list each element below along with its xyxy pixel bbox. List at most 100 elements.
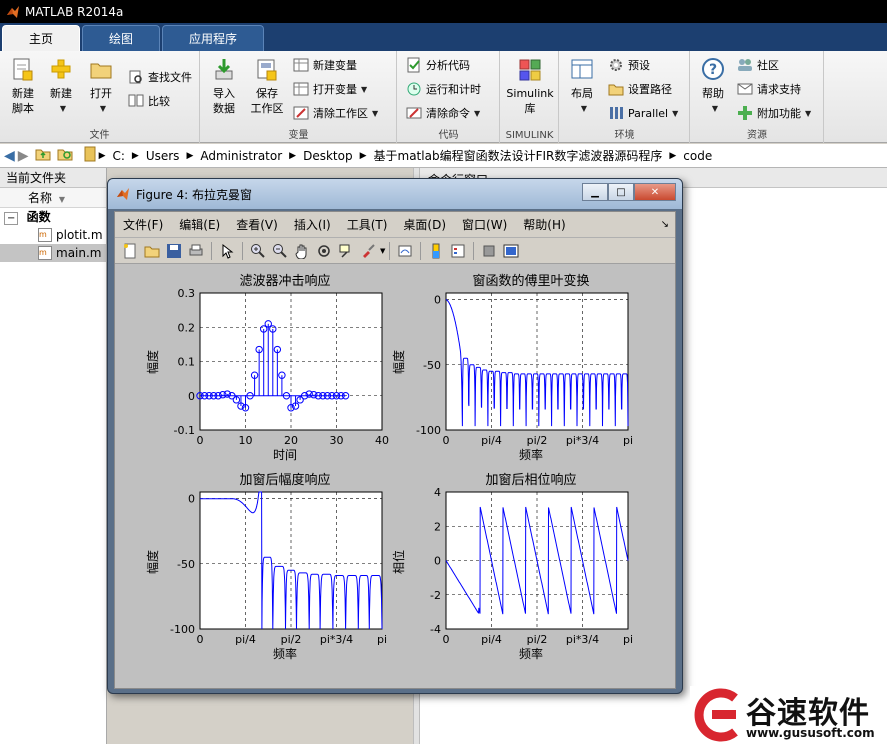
breadcrumb-separator-icon: ▶: [98, 150, 106, 161]
data-cursor-button[interactable]: [335, 241, 357, 261]
menu-desktop[interactable]: 桌面(D): [403, 216, 446, 233]
minimize-icon: ▁: [591, 186, 599, 198]
menu-tools[interactable]: 工具(T): [347, 216, 388, 233]
addons-icon: [738, 106, 752, 120]
file-row-main[interactable]: m main.m: [0, 244, 106, 262]
import-data-button[interactable]: 导入 数据: [207, 57, 241, 116]
windowed-phase-axes[interactable]: 0 pi/4 pi/2 pi*3/4 pi -4 -2 0 2 4: [430, 486, 633, 646]
hide-plot-tools-button[interactable]: [478, 241, 500, 261]
community-button[interactable]: 社区: [737, 55, 779, 75]
show-plot-tools-button[interactable]: [500, 241, 522, 261]
windowed-magnitude-axes[interactable]: 0 pi/4 pi/2 pi*3/4 pi 0 -50 -100: [170, 491, 387, 646]
open-variable-button[interactable]: 打开变量 ▼: [293, 79, 367, 99]
run-and-time-button[interactable]: 运行和计时: [406, 79, 481, 99]
window-spectrum-axes[interactable]: 0 pi/4 pi/2 pi*3/4 pi 0 -50 -100: [416, 292, 633, 447]
parallel-button[interactable]: Parallel ▼: [608, 103, 678, 123]
legend-button[interactable]: [447, 241, 469, 261]
breadcrumb-code[interactable]: code: [683, 149, 712, 163]
dock-arrow-icon[interactable]: ↘: [661, 219, 669, 230]
new-variable-button[interactable]: 新建变量: [293, 55, 357, 75]
x-tick-label: pi: [377, 633, 387, 646]
clear-commands-label: 清除命令: [426, 107, 470, 120]
pan-button[interactable]: [291, 241, 313, 261]
tab-plots[interactable]: 绘图: [82, 25, 161, 51]
link-plot-icon: [398, 245, 412, 256]
new-script-button[interactable]: 新建 脚本: [6, 57, 40, 116]
menu-insert[interactable]: 插入(I): [294, 216, 331, 233]
colorbar-button[interactable]: [425, 241, 447, 261]
menu-view[interactable]: 查看(V): [236, 216, 278, 233]
minimize-button[interactable]: ▁: [582, 183, 608, 201]
windowed-phase-xlabel: 频率: [519, 646, 543, 661]
menu-file[interactable]: 文件(F): [123, 216, 163, 233]
addons-button[interactable]: 附加功能 ▼: [737, 103, 811, 123]
find-files-button[interactable]: 查找文件: [128, 67, 192, 87]
tab-apps[interactable]: 应用程序: [162, 25, 265, 51]
new-label: 新建: [50, 87, 72, 100]
set-path-button[interactable]: 设置路径: [608, 79, 672, 99]
preferences-button[interactable]: 预设: [608, 55, 650, 75]
link-plot-button[interactable]: [394, 241, 416, 261]
menu-window[interactable]: 窗口(W): [462, 216, 507, 233]
clear-commands-button[interactable]: 清除命令 ▼: [406, 103, 480, 123]
breadcrumb-separator-icon: ▶: [289, 150, 297, 161]
breadcrumb-project[interactable]: 基于matlab编程窗函数法设计FIR数字滤波器源码程序: [374, 147, 663, 164]
save-figure-button[interactable]: [163, 241, 185, 261]
figure-menubar: 文件(F) 编辑(E) 查看(V) 插入(I) 工具(T) 桌面(D) 窗口(W…: [115, 212, 675, 238]
y-tick-label: 0: [434, 555, 441, 568]
menu-edit[interactable]: 编辑(E): [179, 216, 220, 233]
name-column-label: 名称: [28, 191, 53, 205]
zoom-in-button[interactable]: [247, 241, 269, 261]
request-support-button[interactable]: 请求支持: [737, 79, 801, 99]
help-button[interactable]: ? 帮助 ▼: [695, 57, 731, 116]
chevron-down-icon: ▼: [99, 104, 107, 113]
clear-workspace-button[interactable]: 清除工作区 ▼: [293, 103, 378, 123]
menu-help[interactable]: 帮助(H): [523, 216, 565, 233]
y-tick-label: 0.3: [178, 287, 196, 300]
forward-arrow-icon[interactable]: ▶: [18, 148, 29, 164]
back-arrow-icon[interactable]: ◀: [4, 148, 15, 164]
breadcrumb-drive[interactable]: C:: [112, 149, 124, 163]
figure-title-bar[interactable]: Figure 4: 布拉克曼窗 ▁ □ ✕: [108, 179, 682, 209]
up-folder-icon[interactable]: [35, 147, 51, 164]
breadcrumb-users[interactable]: Users: [146, 149, 180, 163]
breadcrumb-administrator[interactable]: Administrator: [200, 149, 282, 163]
chevron-down-icon[interactable]: ▼: [380, 247, 385, 255]
sort-arrow-icon: ▼: [58, 195, 65, 204]
new-figure-button[interactable]: [119, 241, 141, 261]
maximize-button[interactable]: □: [608, 183, 634, 201]
environment-group-label: 环境: [614, 130, 635, 141]
window-spectrum-xlabel: 频率: [519, 447, 543, 462]
x-tick-label: pi/4: [481, 434, 502, 447]
close-button[interactable]: ✕: [634, 183, 676, 201]
run-and-time-icon: [407, 82, 421, 96]
new-script-icon: [13, 58, 33, 81]
edit-plot-button[interactable]: [216, 241, 238, 261]
layout-button[interactable]: 布局 ▼: [564, 57, 600, 116]
tab-home[interactable]: 主页: [2, 25, 81, 51]
y-tick-label: 2: [434, 520, 441, 533]
collapse-icon[interactable]: −: [4, 212, 19, 225]
analyze-code-button[interactable]: 分析代码: [406, 55, 470, 75]
save-workspace-button[interactable]: 保存 工作区: [247, 57, 287, 116]
compare-button[interactable]: 比较: [128, 91, 170, 111]
name-column-header[interactable]: 名称 ▼: [0, 188, 106, 208]
open-button[interactable]: 打开 ▼: [84, 57, 118, 116]
zoom-out-button[interactable]: [269, 241, 291, 261]
simulink-library-button[interactable]: Simulink 库: [505, 57, 555, 116]
open-file-button[interactable]: [141, 241, 163, 261]
y-tick-label: 0: [188, 493, 195, 506]
browse-folder-icon[interactable]: [57, 147, 73, 164]
brush-button[interactable]: [357, 241, 379, 261]
rotate-button[interactable]: [313, 241, 335, 261]
impulse-response-axes[interactable]: 0 10 20 30 40-0.100.10.20.3: [174, 287, 389, 447]
file-group-label: 文件: [89, 130, 110, 141]
legend-icon: [451, 244, 465, 257]
print-button[interactable]: [185, 241, 207, 261]
file-row-plotit[interactable]: m plotit.m: [0, 226, 106, 244]
breadcrumb-desktop[interactable]: Desktop: [303, 149, 353, 163]
function-group-row[interactable]: − 函数: [0, 208, 106, 226]
folder-open-icon: [90, 63, 112, 79]
new-button[interactable]: 新建 ▼: [44, 57, 78, 116]
current-folder-title: 当前文件夹: [0, 168, 106, 188]
